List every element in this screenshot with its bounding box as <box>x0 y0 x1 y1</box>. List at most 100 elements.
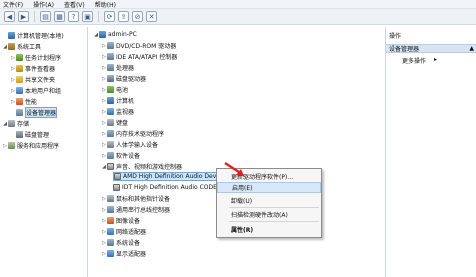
update-icon[interactable]: ⇪ <box>118 11 129 22</box>
device-category[interactable]: ▷ 软件设备 <box>101 151 140 160</box>
tree-item-shared-folders[interactable]: ▷ 共享文件夹 <box>10 75 55 84</box>
menu-bar: 文件(F) 操作(A) 查看(V) 帮助(H) <box>0 0 476 9</box>
context-scan-hardware[interactable]: 扫描检测硬件改动(A) <box>217 209 321 220</box>
red-arrow-icon <box>224 161 244 176</box>
device-category[interactable]: ▷ IDE ATA/ATAPI 控制器 <box>101 52 177 61</box>
device-idt-audio[interactable]: IDT High Definition Audio CODEC <box>113 183 221 192</box>
device-category[interactable]: ▷ 网络适配器 <box>101 227 146 236</box>
forward-icon[interactable]: ▶ <box>18 11 29 22</box>
device-category[interactable]: ▷ 图像设备 <box>101 216 140 225</box>
tree-label: 内存技术驱动程序 <box>116 131 165 138</box>
actions-section-device-manager[interactable]: 设备管理器 ▲ <box>386 44 476 53</box>
scan-icon[interactable]: ⟳ <box>104 11 115 22</box>
disk-icon <box>16 131 23 138</box>
computer-icon <box>107 97 114 104</box>
tree-label: 本地用户和组 <box>25 88 62 95</box>
context-enable[interactable]: 启用(E) <box>217 182 321 193</box>
tree-label: 图像设备 <box>116 218 141 225</box>
battery-icon <box>107 86 114 93</box>
show-icon[interactable]: ▣ <box>82 11 93 22</box>
tree-item-storage[interactable]: ◢ 存储 <box>2 119 29 128</box>
disable-icon[interactable]: ⊘ <box>132 11 143 22</box>
up-icon[interactable]: ▤ <box>40 11 51 22</box>
tree-label: admin-PC <box>108 31 137 38</box>
toolbar-separator <box>34 11 35 22</box>
actions-pane: 操作 设备管理器 ▲ 更多操作 ▸ <box>385 27 476 277</box>
tree-label: DVD/CD-ROM 驱动器 <box>116 43 177 50</box>
context-uninstall[interactable]: 卸载(U) <box>217 195 321 206</box>
device-category[interactable]: ▷ 鼠标和其他指针设备 <box>101 194 170 203</box>
collapse-arrow-icon[interactable]: ▲ <box>469 45 474 52</box>
tree-item-system-tools[interactable]: ◢ 系统工具 <box>2 42 41 51</box>
device-category[interactable]: ▷ 计算机 <box>101 96 134 105</box>
device-category[interactable]: ▷ 电池 <box>101 85 128 94</box>
computer-icon <box>8 32 15 39</box>
device-amd-audio[interactable]: AMD High Definition Audio Device <box>113 172 228 181</box>
uninstall-icon[interactable]: ✕ <box>146 11 157 22</box>
keyboard-icon <box>107 119 114 126</box>
tree-item-task-scheduler[interactable]: ▷ 任务计划程序 <box>10 53 61 62</box>
tree-label: 通用串行总线控制器 <box>116 207 171 214</box>
speaker-icon <box>114 173 121 180</box>
tree-item-local-users[interactable]: ▷ 本地用户和组 <box>10 86 61 95</box>
storage-icon <box>8 120 15 127</box>
camera-icon <box>107 217 114 224</box>
tree-label: 存储 <box>17 121 30 128</box>
tree-item-computer-management[interactable]: 计算机管理(本地) <box>2 31 64 40</box>
memory-icon <box>107 130 114 137</box>
display-adapter-icon <box>107 250 114 257</box>
more-actions-label: 更多操作 <box>402 58 427 65</box>
device-category[interactable]: ▷ DVD/CD-ROM 驱动器 <box>101 41 176 50</box>
menu-help[interactable]: 帮助(H) <box>95 0 116 9</box>
tree-label: AMD High Definition Audio Device <box>123 173 225 180</box>
menu-action[interactable]: 操作(A) <box>33 0 54 9</box>
device-category[interactable]: ▷ 通用串行总线控制器 <box>101 205 170 214</box>
tree-label: 系统工具 <box>17 44 42 51</box>
tree-item-disk-management[interactable]: 磁盘管理 <box>10 130 49 139</box>
tree-label: 鼠标和其他指针设备 <box>116 196 171 203</box>
more-actions-link[interactable]: 更多操作 ▸ <box>402 56 437 65</box>
tree-label: 共享文件夹 <box>25 77 56 84</box>
tree-item-performance[interactable]: ▷ 性能 <box>10 97 37 106</box>
tree-label: IDT High Definition Audio CODEC <box>122 184 222 191</box>
back-icon[interactable]: ◀ <box>4 11 15 22</box>
tree-label: 任务计划程序 <box>25 55 62 62</box>
tree-item-services[interactable]: ▷ 服务和应用程序 <box>2 141 59 150</box>
tree-label: 监视器 <box>116 109 135 116</box>
properties-icon[interactable]: ▦ <box>54 11 65 22</box>
ide-controller-icon <box>107 53 114 60</box>
performance-icon <box>16 98 23 105</box>
dvd-drive-icon <box>107 42 114 49</box>
tree-label: 磁盘管理 <box>25 132 50 139</box>
tools-icon <box>8 43 15 50</box>
device-node-root[interactable]: ◢ admin-PC <box>93 30 137 39</box>
device-category[interactable]: ▷ 键盘 <box>101 118 128 127</box>
tree-item-device-manager[interactable]: 设备管理器 <box>10 107 58 118</box>
tree-label: 计算机 <box>116 98 135 105</box>
menu-file[interactable]: 文件(F) <box>3 0 23 9</box>
event-viewer-icon <box>16 65 23 72</box>
device-category[interactable]: ▷ 内存技术驱动程序 <box>101 129 164 138</box>
device-category[interactable]: ▷ 磁盘驱动器 <box>101 74 146 83</box>
device-category[interactable]: ▷ 系统设备 <box>101 238 140 247</box>
context-item-label: 扫描检测硬件改动(A) <box>231 212 288 219</box>
tree-item-event-viewer[interactable]: ▷ 事件查看器 <box>10 64 55 73</box>
device-category[interactable]: ▷ 人体学输入设备 <box>101 140 158 149</box>
speaker-icon <box>107 163 114 170</box>
device-category[interactable]: ▷ 处理器 <box>101 63 134 72</box>
device-category[interactable]: ▷ 监视器 <box>101 107 134 116</box>
tree-label: 磁盘驱动器 <box>116 76 147 83</box>
processor-icon <box>107 64 114 71</box>
device-category[interactable]: ▷ 显示适配器 <box>101 249 146 258</box>
menu-view[interactable]: 查看(V) <box>64 0 85 9</box>
tree-label: 设备管理器 <box>25 107 58 118</box>
tree-label: 处理器 <box>116 65 135 72</box>
tree-label: 性能 <box>25 99 38 106</box>
software-device-icon <box>107 152 114 159</box>
help-icon[interactable]: ? <box>68 11 79 22</box>
context-item-label: 属性(R) <box>231 227 254 234</box>
context-properties[interactable]: 属性(R) <box>217 224 321 235</box>
device-category-sound[interactable]: ◢ 声音、视频和游戏控制器 <box>101 162 182 171</box>
context-separator <box>229 221 319 222</box>
tree-label: 软件设备 <box>116 153 141 160</box>
